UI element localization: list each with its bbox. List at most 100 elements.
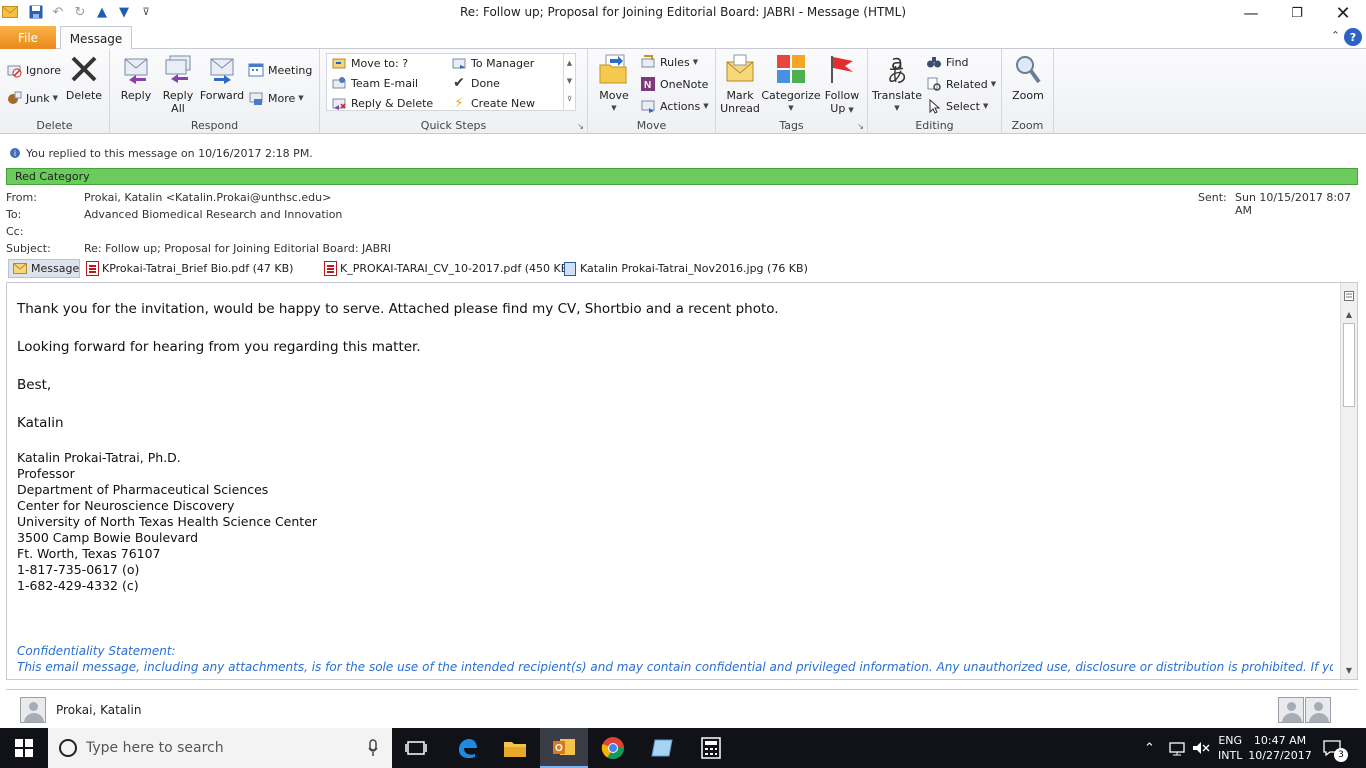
rules-icon xyxy=(640,54,656,70)
follow-up-button[interactable]: Follow Up ▼ xyxy=(822,53,862,117)
scroll-down-icon[interactable]: ▼ xyxy=(564,72,575,90)
microphone-icon[interactable] xyxy=(368,739,378,761)
group-zoom-label: Zoom xyxy=(1011,119,1044,132)
meeting-label: Meeting xyxy=(268,63,313,77)
scroll-down-arrow-icon[interactable]: ▼ xyxy=(1342,663,1356,677)
signature-line: 1-817-735-0617 (o) xyxy=(17,562,140,577)
quick-step-label: Create New xyxy=(471,96,536,110)
mark-unread-button[interactable]: Mark Unread xyxy=(720,53,760,115)
input-language[interactable]: ENG INTL xyxy=(1218,728,1242,768)
junk-button[interactable]: Junk ▼ xyxy=(6,89,58,107)
zoom-button[interactable]: Zoom xyxy=(1010,53,1046,102)
from-value[interactable]: Prokai, Katalin <Katalin.Prokai@unthsc.e… xyxy=(84,191,331,204)
translate-button[interactable]: aあ Translate ▼ xyxy=(872,52,922,115)
body-paragraph: Best, xyxy=(17,377,52,393)
notes-app-icon[interactable] xyxy=(638,728,686,768)
group-quick-steps: Move to: ? Team E-mail Reply & Delete To… xyxy=(320,49,588,134)
quick-step-team-email[interactable]: Team E-mail xyxy=(331,74,418,92)
category-bar[interactable]: Red Category xyxy=(6,168,1358,185)
signature-line: Department of Pharmaceutical Sciences xyxy=(17,482,269,497)
quick-step-reply-delete[interactable]: Reply & Delete xyxy=(331,94,433,112)
ignore-label: Ignore xyxy=(26,63,61,77)
ignore-button[interactable]: Ignore xyxy=(6,61,61,79)
calculator-icon[interactable] xyxy=(687,728,735,768)
start-button[interactable] xyxy=(0,728,48,768)
collapse-ribbon-icon[interactable]: ⌃ xyxy=(1331,29,1340,42)
scroll-up-arrow-icon[interactable]: ▲ xyxy=(1342,307,1356,321)
clock[interactable]: 10:47 AM 10/27/2017 xyxy=(1248,728,1312,768)
rules-button[interactable]: Rules ▼ xyxy=(640,53,698,71)
attachment-label: Katalin Prokai-Tatrai_Nov2016.jpg (76 KB… xyxy=(580,262,808,275)
dialog-launcher-icon[interactable]: ↘ xyxy=(577,122,584,131)
file-explorer-icon[interactable] xyxy=(491,728,539,768)
restore-button[interactable]: ❐ xyxy=(1274,0,1320,26)
vertical-scrollbar[interactable]: ▲ ▼ xyxy=(1340,283,1357,679)
avatar[interactable] xyxy=(20,697,46,723)
chrome-icon[interactable] xyxy=(589,728,637,768)
avatar-view-small[interactable] xyxy=(1278,697,1304,723)
info-bar[interactable]: i You replied to this message on 10/16/2… xyxy=(0,143,1366,163)
group-editing-label: Editing xyxy=(915,119,954,132)
meeting-button[interactable]: Meeting xyxy=(248,61,312,79)
reply-button[interactable]: Reply xyxy=(118,53,154,102)
tab-message[interactable]: Message xyxy=(60,26,132,50)
mini-toolbar-icon[interactable] xyxy=(1342,289,1356,303)
quick-step-create-new[interactable]: ⚡ Create New xyxy=(451,94,535,112)
delete-label: Delete xyxy=(65,89,103,102)
scrollbar-thumb[interactable] xyxy=(1343,323,1355,407)
actions-button[interactable]: Actions ▼ xyxy=(640,97,709,115)
categorize-button[interactable]: Categorize ▼ xyxy=(761,53,821,115)
quick-step-done[interactable]: ✔ Done xyxy=(451,74,500,92)
confidentiality-statement: Confidentiality Statement: This email me… xyxy=(17,643,1333,675)
message-attachment-tab[interactable]: Message xyxy=(8,259,80,278)
quick-steps-scroll[interactable]: ▲ ▼ ⊽ xyxy=(563,54,575,110)
outlook-taskbar-icon[interactable]: O xyxy=(540,728,588,768)
scroll-up-icon[interactable]: ▲ xyxy=(564,54,575,72)
info-text: You replied to this message on 10/16/201… xyxy=(26,147,313,160)
clock-date: 10/27/2017 xyxy=(1248,749,1312,762)
people-name[interactable]: Prokai, Katalin xyxy=(56,703,141,717)
group-move: Move ▼ Rules ▼ N OneNote Actions ▼ Move xyxy=(588,49,716,134)
reply-all-button[interactable]: Reply All xyxy=(160,53,196,115)
signature-line: Professor xyxy=(17,466,75,481)
signature-line: 3500 Camp Bowie Boulevard xyxy=(17,530,199,545)
forward-icon xyxy=(206,53,238,85)
dialog-launcher-icon[interactable]: ↘ xyxy=(857,122,864,131)
group-editing: aあ Translate ▼ Find Related ▼ Select ▼ Edit… xyxy=(868,49,1002,134)
select-button[interactable]: Select ▼ xyxy=(926,97,988,115)
attachment-item[interactable]: K_PROKAI-TARAI_CV_10-2017.pdf (450 KB) xyxy=(324,259,573,278)
quick-step-to-manager[interactable]: To Manager xyxy=(451,54,534,72)
to-value[interactable]: Advanced Biomedical Research and Innovat… xyxy=(84,208,342,221)
message-body[interactable]: Thank you for the invitation, would be h… xyxy=(6,282,1358,680)
tab-file[interactable]: File xyxy=(0,26,56,49)
message-tab-label: Message xyxy=(31,262,80,275)
windows-logo-icon xyxy=(15,739,33,757)
attachment-item[interactable]: Katalin Prokai-Tatrai_Nov2016.jpg (76 KB… xyxy=(564,259,808,278)
close-button[interactable]: ✕ xyxy=(1320,0,1366,26)
forward-button[interactable]: Forward xyxy=(200,53,244,102)
quick-step-move-to[interactable]: Move to: ? xyxy=(331,54,408,72)
show-hidden-icons-icon[interactable]: ⌃ xyxy=(1144,728,1155,768)
move-button[interactable]: Move ▼ xyxy=(596,53,632,115)
task-view-icon[interactable] xyxy=(392,728,440,768)
network-icon[interactable] xyxy=(1168,728,1186,768)
action-center-icon[interactable]: 3 xyxy=(1322,728,1348,768)
delete-button[interactable]: Delete xyxy=(66,53,102,102)
ignore-icon xyxy=(6,62,22,78)
minimize-button[interactable]: — xyxy=(1228,0,1274,26)
help-icon[interactable]: ? xyxy=(1344,28,1362,46)
taskbar-search[interactable]: Type here to search xyxy=(48,728,392,768)
onenote-button[interactable]: N OneNote xyxy=(640,75,708,93)
attachment-item[interactable]: KProkai-Tatrai_Brief Bio.pdf (47 KB) xyxy=(86,259,293,278)
find-button[interactable]: Find xyxy=(926,53,969,71)
quick-step-label: Move to: ? xyxy=(351,56,409,70)
more-respond-button[interactable]: More ▼ xyxy=(248,89,304,107)
related-button[interactable]: Related ▼ xyxy=(926,75,996,93)
mark-unread-label-1: Mark xyxy=(726,89,754,102)
edge-browser-icon[interactable] xyxy=(443,728,491,768)
avatar-view-large[interactable] xyxy=(1305,697,1331,723)
sent-value: Sun 10/15/2017 8:07 AM xyxy=(1235,191,1352,217)
zoom-label: Zoom xyxy=(1012,89,1044,102)
volume-muted-icon[interactable] xyxy=(1192,728,1210,768)
expand-gallery-icon[interactable]: ⊽ xyxy=(564,90,575,108)
